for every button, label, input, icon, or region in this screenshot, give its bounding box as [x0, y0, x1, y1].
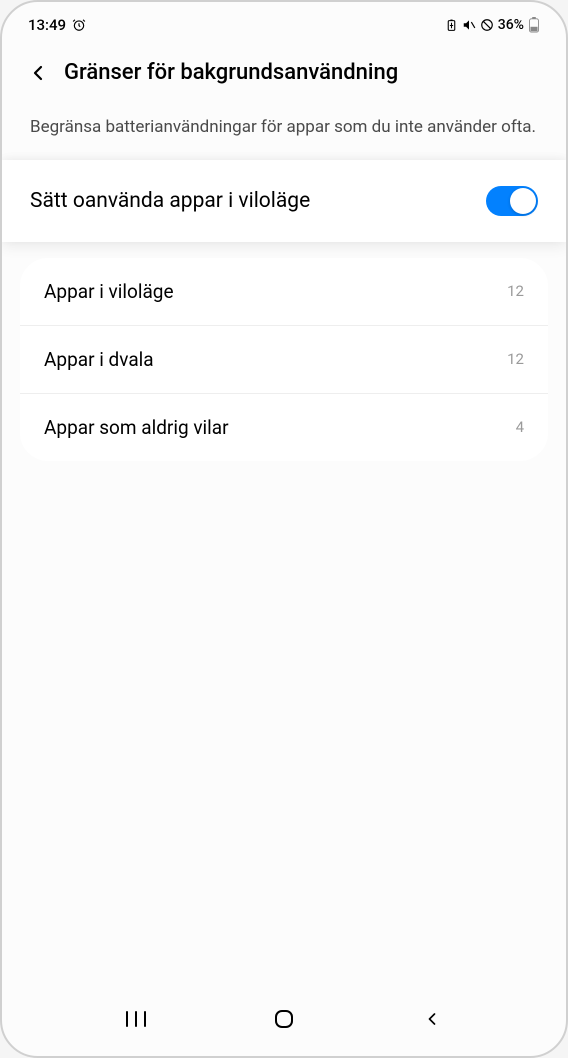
sleep-unused-apps-toggle[interactable] [486, 186, 538, 216]
home-button[interactable] [271, 1006, 297, 1032]
list-item-count: 4 [516, 418, 524, 436]
list-item-count: 12 [507, 282, 524, 300]
nav-back-button[interactable] [419, 1006, 445, 1032]
battery-percent: 36% [498, 17, 524, 33]
list-item-label: Appar som aldrig vilar [44, 416, 229, 439]
page-title: Gränser för bakgrundsanvändning [64, 60, 398, 85]
toggle-label: Sätt oanvända appar i viloläge [30, 189, 310, 213]
status-time: 13:49 [28, 16, 66, 34]
battery-saver-icon [445, 19, 458, 32]
list-item-label: Appar i dvala [44, 348, 154, 371]
sleeping-apps-row[interactable]: Appar i viloläge 12 [20, 258, 548, 326]
do-not-disturb-icon [480, 18, 494, 32]
toggle-knob [510, 188, 536, 214]
alarm-icon [72, 18, 86, 32]
status-left: 13:49 [28, 16, 86, 34]
deep-sleeping-apps-row[interactable]: Appar i dvala 12 [20, 326, 548, 394]
phone-frame: 13:49 [0, 0, 568, 1058]
list-item-label: Appar i viloläge [44, 280, 174, 303]
recents-button[interactable] [123, 1006, 149, 1032]
never-sleeping-apps-row[interactable]: Appar som aldrig vilar 4 [20, 394, 548, 461]
status-bar: 13:49 [2, 2, 566, 42]
navigation-bar [2, 986, 566, 1056]
list-item-count: 12 [507, 350, 524, 368]
back-button[interactable] [26, 61, 50, 85]
status-right: 36% [445, 17, 540, 33]
battery-icon [528, 17, 540, 33]
header: Gränser för bakgrundsanvändning [2, 42, 566, 99]
app-categories-list: Appar i viloläge 12 Appar i dvala 12 App… [20, 258, 548, 461]
mute-icon [462, 18, 476, 32]
page-description: Begränsa batterianvändningar för appar s… [2, 99, 566, 160]
sleep-unused-apps-row[interactable]: Sätt oanvända appar i viloläge [2, 160, 566, 242]
